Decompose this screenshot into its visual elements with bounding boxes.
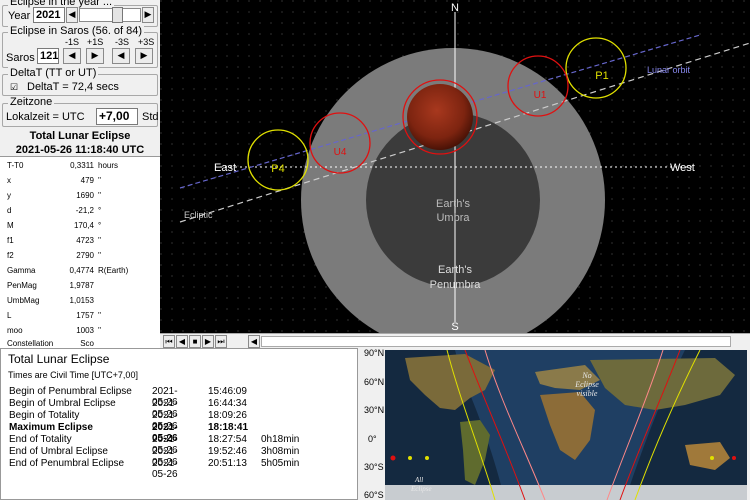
report-row: Begin of Umbral Eclipse 2021-05-26 16:44:3… [9, 398, 247, 420]
param-row: moo 1003 '' [7, 326, 102, 335]
map-label-eclipse-1: Eclipse [574, 380, 599, 389]
saros-minus1-button[interactable]: ◀ [63, 48, 81, 64]
param-row: PenMag 1,9787 [7, 281, 94, 290]
umbra-label-line2: Umbra [436, 212, 470, 224]
visibility-map-panel: 90°N 60°N 30°N 0° 30°S 60°S No Eclipse v… [358, 348, 750, 500]
saros-group-title: Eclipse in Saros (56. of 84) [8, 25, 145, 37]
map-marker [710, 456, 714, 460]
lunar-orbit-label: Lunar orbit [647, 65, 691, 75]
saros-step-minus3-label: -3S [115, 37, 130, 47]
param-row: d -21,2 ° [7, 206, 102, 215]
map-marker [408, 456, 412, 460]
zone-unit-label: Std [142, 111, 159, 123]
deltat-checkbox[interactable]: ☑ [10, 82, 20, 92]
p1-label: P1 [595, 70, 608, 82]
saros-label: Saros [6, 52, 35, 64]
lat-label-30s: 30°S [364, 462, 384, 472]
penumbra-label-line1: Earth's [438, 264, 472, 276]
param-row: Gamma 0,4774 R(Earth) [7, 266, 129, 275]
world-map[interactable]: No Eclipse visible All Eclipse [385, 350, 747, 500]
zone-offset-input[interactable]: +7,00 [96, 108, 138, 125]
lat-label-60s: 60°S [364, 490, 384, 500]
param-row: y 1690 '' [7, 191, 102, 200]
param-row: UmbMag 1,0153 [7, 296, 94, 305]
report-row: End of Totality 2021-05-26 18:27:54 0h18min [9, 434, 300, 456]
step-forward-button[interactable]: ▶ [202, 335, 214, 348]
west-label: West [670, 162, 695, 174]
map-marker [732, 456, 736, 460]
year-input[interactable]: 2021 [33, 7, 65, 23]
year-slider[interactable] [79, 8, 141, 22]
east-label: East [214, 162, 236, 174]
map-marker [425, 456, 429, 460]
time-scrollbar[interactable] [261, 336, 731, 347]
map-label-eclipse-2: Eclipse [410, 485, 432, 493]
deltat-checkbox-label: DeltaT = 72,4 secs [27, 81, 119, 93]
param-row: f1 4723 '' [7, 236, 102, 245]
param-row: M 170,4 ° [7, 221, 102, 230]
sky-view[interactable]: N S East West Lunar orbit Ecliptic Earth… [160, 0, 750, 333]
ecliptic-label: Ecliptic [184, 210, 213, 220]
antarctica-shape [385, 485, 747, 500]
param-row: f2 2790 '' [7, 251, 102, 260]
year-slider-thumb[interactable] [112, 7, 123, 23]
eclipse-datetime: 2021-05-26 11:18:40 UTC [15, 144, 145, 156]
last-frame-button[interactable]: ⏭ [215, 335, 227, 348]
penumbra-label-line2: Penumbra [430, 279, 482, 291]
eclipse-type-title: Total Lunar Eclipse [29, 130, 131, 142]
zone-group-title: Zeitzone [8, 96, 55, 108]
stop-button[interactable]: ■ [189, 335, 201, 348]
report-row: Begin of Totality 2021-05-26 18:09:26 [9, 410, 247, 432]
u1-label: U1 [534, 90, 547, 101]
map-label-no: No [581, 371, 591, 380]
umbra-label-line1: Earth's [436, 198, 470, 210]
param-row: x 479 '' [7, 176, 102, 185]
year-label: Year [8, 10, 31, 22]
year-next-button[interactable]: ▶ [142, 7, 154, 23]
parameter-table: T-T0 0,3311 hours x 479 '' y 1690 '' d -21,2 ° M… [0, 156, 160, 350]
zone-label: Lokalzeit = UTC [6, 111, 85, 123]
u4-label: U4 [334, 147, 347, 158]
report-row: End of Umbral Eclipse 2021-05-26 19:52:46 3… [9, 446, 300, 468]
lat-label-equator: 0° [368, 434, 377, 444]
step-back-button[interactable]: ◀ [176, 335, 188, 348]
deltat-group-title: DeltaT (TT or UT) [8, 67, 99, 79]
report-row: Begin of Penumbral Eclipse 2021-05-26 15:4… [9, 386, 247, 408]
saros-step-minus1-label: -1S [65, 37, 80, 47]
saros-step-plus1-label: +1S [87, 37, 104, 47]
param-row: L 1757 '' [7, 311, 102, 320]
saros-step-plus3-label: +3S [138, 37, 155, 47]
map-label-all: All [414, 476, 423, 484]
saros-plus3-button[interactable]: ▶ [135, 48, 153, 64]
north-label: N [451, 2, 459, 14]
report-title: Total Lunar Eclipse [8, 352, 110, 366]
map-marker [390, 455, 396, 461]
scroll-left-button[interactable]: ◀ [248, 335, 260, 348]
saros-input[interactable]: 121 [37, 48, 59, 64]
lat-label-60n: 60°N [364, 377, 385, 387]
map-label-visible: visible [577, 389, 598, 398]
lat-label-90n: 90°N [364, 348, 385, 358]
sky-canvas: N S East West Lunar orbit Ecliptic Earth… [160, 0, 750, 333]
report-row: End of Penumbral Eclipse 2021-05-26 20:51:… [9, 458, 300, 480]
lat-label-30n: 30°N [364, 405, 385, 415]
report-row-maximum: Maximum Eclipse 2021-05-26 18:18:41 [9, 422, 249, 444]
south-label: S [451, 321, 458, 333]
first-frame-button[interactable]: ⏮ [163, 335, 175, 348]
animation-control-bar: ⏮ ◀ ■ ▶ ⏭ ◀ [160, 333, 750, 348]
report-subtitle: Times are Civil Time [UTC+7,00] [8, 370, 138, 380]
param-row: T-T0 0,3311 hours [7, 161, 119, 170]
p4-label: P4 [271, 163, 284, 175]
eclipse-report: Total Lunar Eclipse Times are Civil Time… [0, 348, 358, 500]
saros-minus3-button[interactable]: ◀ [112, 48, 130, 64]
year-prev-button[interactable]: ◀ [66, 7, 78, 23]
saros-plus1-button[interactable]: ▶ [86, 48, 104, 64]
eclipsed-moon [407, 84, 473, 150]
